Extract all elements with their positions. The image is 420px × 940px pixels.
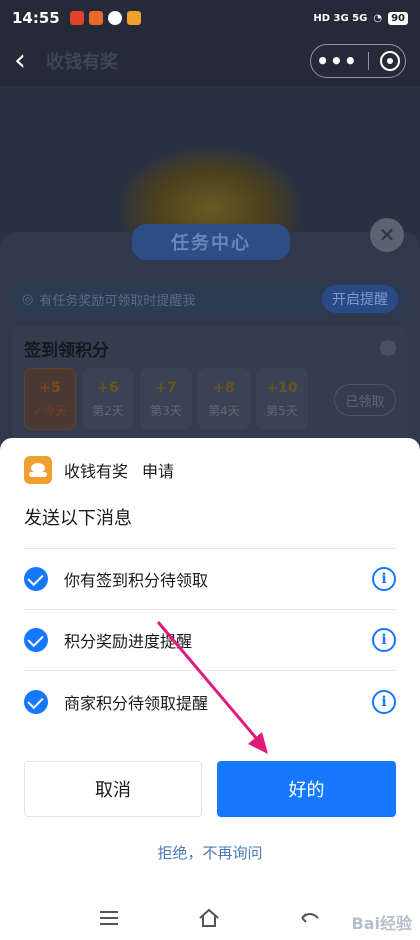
permission-label: 你有签到积分待领取	[64, 571, 209, 590]
miniapp-capsule: •••	[310, 44, 406, 78]
permission-label: 商家积分待领取提醒	[64, 693, 209, 713]
permission-label: 积分奖励进度提醒	[64, 632, 193, 651]
day-label: 第2天	[92, 403, 124, 418]
signin-card: 签到领积分 +5 ✓今天 +6 第2天 +7 第3天 +8 第4天 +10 第5…	[12, 326, 408, 446]
refuse-link[interactable]: 拒绝，不再询问	[0, 842, 420, 863]
day-points: +7	[155, 379, 177, 396]
status-bar: 14:55 HD 3G 5G ◔ 90	[0, 0, 420, 36]
weibo-icon	[126, 11, 141, 25]
day-label: 第5天	[266, 403, 298, 418]
watermark: Bai经验	[351, 914, 412, 933]
ok-button[interactable]: 好的	[217, 761, 396, 817]
permission-list: 你有签到积分待领取 i 积分奖励进度提醒 i 商家积分待领取提醒 i	[24, 548, 396, 732]
day-points: +8	[213, 379, 235, 396]
day-points: +5	[39, 379, 61, 396]
back-arrow-icon[interactable]: ‹	[14, 46, 40, 76]
enable-remind-button[interactable]: 开启提醒	[322, 285, 398, 313]
info-icon[interactable]: i	[372, 628, 396, 652]
back-icon[interactable]	[300, 909, 320, 927]
day-label: 第3天	[150, 403, 182, 418]
battery-indicator: 90	[388, 11, 408, 25]
app-notification-icon	[88, 11, 103, 25]
signin-day[interactable]: +10 第5天	[256, 368, 308, 430]
info-icon[interactable]: i	[372, 567, 396, 591]
sheet-title: 发送以下消息	[24, 508, 132, 529]
check-circle-icon[interactable]	[24, 567, 48, 591]
day-points: +10	[266, 379, 298, 396]
more-dots-icon[interactable]: •••	[316, 51, 357, 71]
bell-icon: ◎	[22, 291, 34, 307]
app-action: 申请	[142, 462, 175, 481]
cancel-button[interactable]: 取消	[24, 761, 202, 817]
check-circle-icon[interactable]	[24, 628, 48, 652]
permission-item[interactable]: 商家积分待领取提醒 i	[24, 671, 396, 732]
panel-close-icon[interactable]: ✕	[370, 218, 404, 252]
target-circle-icon[interactable]	[379, 51, 400, 71]
subscribe-message-sheet: 收钱有奖 申请 发送以下消息 你有签到积分待领取 i 积分奖励进度提醒 i 商家…	[0, 438, 420, 896]
remind-row: ◎ 有任务奖励可领取时提醒我 开启提醒	[12, 282, 408, 316]
task-center-banner: 任务中心	[132, 224, 290, 260]
background-content: 任务中心 ✕ ◎ 有任务奖励可领取时提醒我 开启提醒 签到领积分 +5 ✓今天 …	[0, 86, 420, 452]
app-name: 收钱有奖	[64, 462, 129, 481]
message-icon	[107, 11, 122, 25]
app-header: 收钱有奖 申请	[24, 456, 174, 484]
app-logo-icon	[24, 456, 52, 484]
help-icon[interactable]	[380, 340, 396, 356]
signin-day[interactable]: +6 第2天	[82, 368, 134, 430]
signin-day[interactable]: +8 第4天	[198, 368, 250, 430]
permission-item[interactable]: 你有签到积分待领取 i	[24, 549, 396, 610]
menu-icon[interactable]	[100, 911, 118, 925]
home-icon[interactable]	[198, 908, 220, 928]
news-app-icon	[69, 11, 84, 25]
status-right: HD 3G 5G ◔ 90	[313, 11, 408, 25]
remind-text: 有任务奖励可领取时提醒我	[39, 293, 196, 309]
signin-day[interactable]: +7 第3天	[140, 368, 192, 430]
page-title: 收钱有奖	[46, 52, 118, 73]
check-circle-icon[interactable]	[24, 689, 48, 714]
day-label: 第4天	[208, 403, 240, 418]
network-indicator: HD 3G 5G	[313, 12, 368, 24]
claimed-button[interactable]: 已领取	[334, 384, 396, 416]
status-time: 14:55	[12, 9, 60, 27]
nav-bar: ‹ 收钱有奖 •••	[0, 36, 420, 86]
wifi-icon: ◔	[373, 12, 383, 24]
capsule-divider	[368, 52, 370, 70]
info-icon[interactable]: i	[372, 689, 396, 714]
signin-title: 签到领积分	[24, 341, 109, 361]
day-points: +6	[97, 379, 119, 396]
day-label: ✓今天	[32, 403, 68, 418]
signin-day[interactable]: +5 ✓今天	[24, 368, 76, 430]
permission-item[interactable]: 积分奖励进度提醒 i	[24, 610, 396, 671]
signin-days: +5 ✓今天 +6 第2天 +7 第3天 +8 第4天 +10 第5天	[24, 368, 308, 430]
